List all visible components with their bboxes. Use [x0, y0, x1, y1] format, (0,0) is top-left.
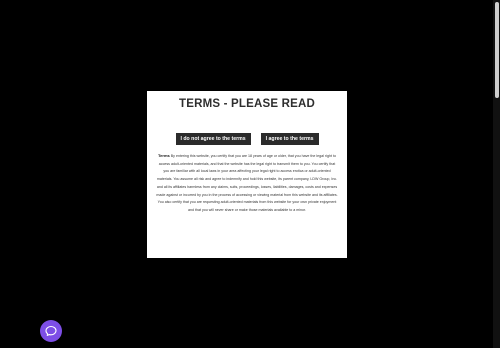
- modal-title: TERMS - PLEASE READ: [178, 98, 316, 110]
- chat-widget-button[interactable]: [40, 320, 62, 342]
- terms-body: By entering this website, you certify th…: [156, 154, 338, 212]
- decline-terms-button[interactable]: I do not agree to the terms: [175, 133, 251, 145]
- age-verification-modal: TERMS - PLEASE READ I do not agree to th…: [147, 91, 347, 258]
- accept-terms-button[interactable]: I agree to the terms: [260, 133, 319, 145]
- terms-heading: Terms: [158, 153, 170, 158]
- chat-bubble-icon: [45, 325, 57, 337]
- page-scrollbar[interactable]: [493, 0, 500, 348]
- scrollbar-thumb[interactable]: [495, 2, 499, 98]
- terms-text: Terms By entering this website, you cert…: [156, 152, 338, 215]
- modal-button-row: I do not agree to the terms I agree to t…: [147, 133, 347, 145]
